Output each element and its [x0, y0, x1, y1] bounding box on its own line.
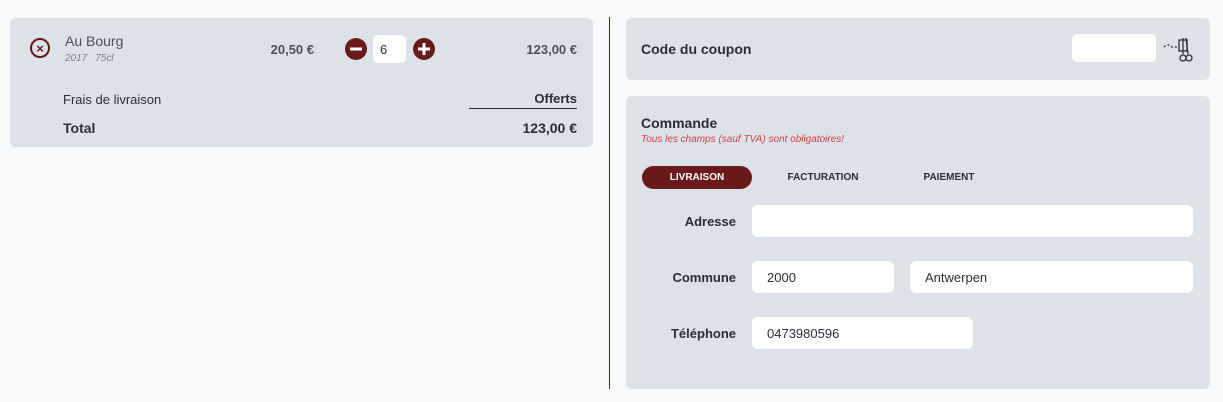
- tab-facturation[interactable]: FACTURATION: [776, 166, 870, 189]
- shipping-value: Offerts: [469, 91, 577, 109]
- required-fields-note: Tous les champs (sauf TVA) sont obligato…: [641, 134, 845, 145]
- scissors-coupon-icon[interactable]: [1162, 34, 1196, 64]
- product-year: 2017: [65, 53, 88, 64]
- tab-paiement[interactable]: PAIEMENT: [908, 166, 990, 189]
- product-name: Au Bourg: [65, 33, 124, 49]
- line-total: 123,00 €: [526, 42, 577, 57]
- product-volume: 75cl: [95, 53, 114, 64]
- tab-livraison[interactable]: LIVRAISON: [642, 166, 752, 189]
- coupon-input[interactable]: [1072, 34, 1156, 62]
- shipping-label: Frais de livraison: [63, 92, 162, 107]
- product-meta: 2017 75cl: [65, 53, 114, 64]
- city-input[interactable]: [910, 261, 1193, 293]
- adresse-input[interactable]: [752, 205, 1193, 237]
- postcode-input[interactable]: [752, 261, 894, 293]
- plus-icon: [418, 43, 430, 55]
- cart-panel: × Au Bourg 2017 75cl 20,50 € 123,00 € Fra…: [10, 18, 593, 147]
- increase-quantity-button[interactable]: [413, 38, 435, 60]
- coupon-label: Code du coupon: [641, 41, 752, 57]
- quantity-input[interactable]: [373, 35, 406, 63]
- unit-price: 20,50 €: [270, 42, 314, 57]
- adresse-label: Adresse: [684, 214, 736, 229]
- commune-label: Commune: [672, 270, 736, 285]
- telephone-label: Téléphone: [670, 326, 736, 341]
- decrease-quantity-button[interactable]: [345, 38, 367, 60]
- total-label: Total: [63, 120, 96, 136]
- coupon-panel: Code du coupon: [626, 18, 1210, 80]
- order-panel: Commande Tous les champs (sauf TVA) sont…: [626, 96, 1210, 389]
- remove-item-icon[interactable]: ×: [30, 38, 50, 58]
- order-title: Commande: [641, 115, 718, 131]
- minus-icon: [350, 47, 362, 51]
- telephone-input[interactable]: [752, 317, 973, 349]
- total-value: 123,00 €: [522, 120, 578, 136]
- column-divider: [609, 17, 610, 389]
